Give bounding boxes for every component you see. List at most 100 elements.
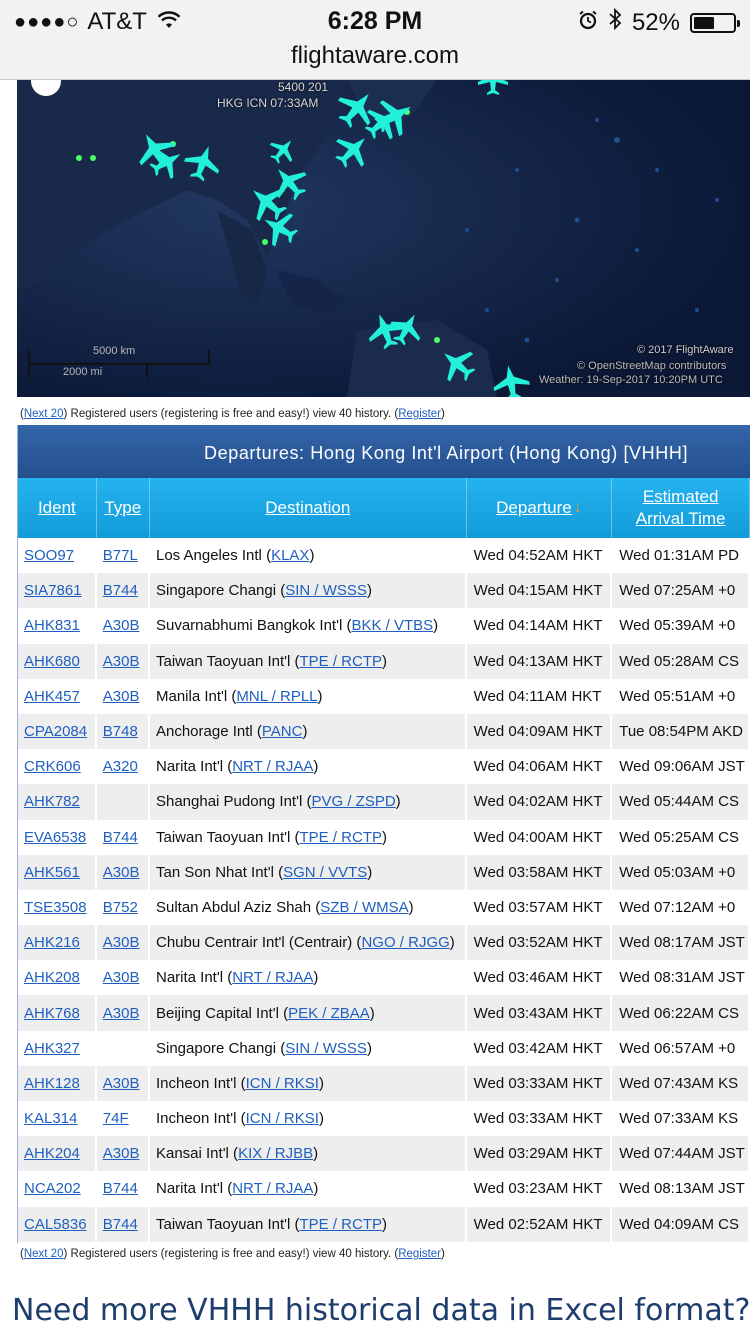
history-note-top: (Next 20) Registered users (registering …	[20, 408, 445, 420]
ident-link[interactable]: SOO97	[24, 547, 74, 564]
type-link[interactable]: A30B	[103, 688, 140, 705]
header-departure[interactable]: Departure ↓	[467, 478, 613, 538]
ident-link[interactable]: CPA2084	[24, 723, 87, 740]
ident-link[interactable]: AHK680	[24, 653, 80, 670]
airport-code-link[interactable]: ICN / RKSI	[246, 1075, 319, 1092]
ident-link[interactable]: CAL5836	[24, 1216, 87, 1233]
airport-code-link[interactable]: ICN / RKSI	[246, 1110, 319, 1127]
airport-code-link[interactable]: SIN / WSSS	[285, 1040, 367, 1057]
arrival-time: Wed 05:03AM +0	[619, 863, 736, 881]
ident-link[interactable]: SIA7861	[24, 582, 82, 599]
airport-code-link[interactable]: SIN / WSSS	[285, 582, 367, 599]
ident-link[interactable]: AHK831	[24, 617, 80, 634]
airport-code-link[interactable]: NRT / RJAA	[232, 969, 313, 986]
status-bar: ●●●●○ AT&T 6:28 PM 52% flightaware.com	[0, 0, 750, 80]
departure-time: Wed 04:09AM HKT	[473, 723, 603, 741]
airport-code-link[interactable]: PANC	[262, 723, 303, 740]
type-link[interactable]: B744	[103, 582, 138, 599]
cell-type: B748	[97, 713, 150, 750]
departure-time: Wed 04:14AM HKT	[473, 617, 603, 635]
ident-link[interactable]: TSE3508	[24, 899, 87, 916]
address-bar-url[interactable]: flightaware.com	[0, 42, 750, 70]
ident-link[interactable]: EVA6538	[24, 829, 86, 846]
type-link[interactable]: A30B	[103, 934, 140, 951]
ident-link[interactable]: AHK782	[24, 793, 80, 810]
table-row: CPA2084 B748 Anchorage Intl (PANC) Wed 04:0…	[18, 713, 750, 750]
type-link[interactable]: A30B	[103, 1145, 140, 1162]
airport-code-link[interactable]: PVG / ZSPD	[311, 793, 395, 810]
ident-link[interactable]: AHK457	[24, 688, 80, 705]
type-link[interactable]: A30B	[103, 864, 140, 881]
type-link[interactable]: B744	[103, 1216, 138, 1233]
ident-link[interactable]: KAL314	[24, 1110, 77, 1127]
type-link[interactable]: B744	[103, 1180, 138, 1197]
ident-link[interactable]: AHK128	[24, 1075, 80, 1092]
ident-link[interactable]: AHK208	[24, 969, 80, 986]
airport-code-link[interactable]: TPE / RCTP	[300, 1216, 383, 1233]
cell-departure: Wed 03:33AM HKT	[467, 1101, 613, 1137]
cell-arrival: Wed 07:43AM KS	[612, 1065, 750, 1101]
destination-name: Kansai Int'l	[155, 1145, 229, 1163]
destination-name: Narita Int'l	[155, 969, 224, 987]
type-link[interactable]: A30B	[103, 617, 140, 634]
register-link[interactable]: Register	[398, 1248, 441, 1260]
type-link[interactable]: A30B	[103, 969, 140, 986]
ident-link[interactable]: AHK768	[24, 1005, 80, 1022]
ident-link[interactable]: AHK561	[24, 864, 80, 881]
airport-code-link[interactable]: NRT / RJAA	[232, 1180, 313, 1197]
header-destination[interactable]: Destination	[150, 478, 467, 538]
flight-label-code: 5400 201	[278, 80, 329, 94]
cell-type: A30B	[97, 925, 150, 961]
cell-arrival: Wed 07:44AM JST	[612, 1136, 750, 1172]
type-link[interactable]: B752	[103, 899, 138, 916]
airport-code-link[interactable]: PEK / ZBAA	[288, 1005, 370, 1022]
header-ident[interactable]: Ident	[18, 478, 97, 538]
cell-arrival: Wed 09:06AM JST	[612, 749, 750, 785]
airport-code-link[interactable]: TPE / RCTP	[300, 829, 383, 846]
destination-name: Manila Int'l	[155, 687, 228, 705]
ident-link[interactable]: AHK204	[24, 1145, 80, 1162]
header-arrival[interactable]: Estimated Arrival Time	[612, 478, 750, 538]
type-link[interactable]: B744	[103, 829, 138, 846]
airport-code-link[interactable]: NRT / RJAA	[232, 758, 313, 775]
arrival-time: Wed 08:13AM JST	[619, 1180, 745, 1198]
type-link[interactable]: A30B	[103, 653, 140, 670]
ident-link[interactable]: NCA202	[24, 1180, 81, 1197]
cell-departure: Wed 03:23AM HKT	[467, 1171, 613, 1207]
ident-link[interactable]: AHK327	[24, 1040, 80, 1057]
next-20-link[interactable]: Next 20	[24, 408, 64, 420]
cell-ident: AHK680	[18, 643, 97, 679]
table-row: TSE3508 B752 Sultan Abdul Aziz Shah (SZB /…	[18, 889, 750, 926]
airport-code-link[interactable]: SZB / WMSA	[320, 899, 408, 916]
type-link[interactable]: 74F	[103, 1110, 129, 1127]
register-link[interactable]: Register	[398, 408, 441, 420]
ident-link[interactable]: CRK606	[24, 758, 81, 775]
airport-code-link[interactable]: KLAX	[271, 547, 309, 564]
airport-code-link[interactable]: KIX / RJBB	[238, 1145, 313, 1162]
cell-type: B744	[97, 1171, 150, 1207]
promo-heading[interactable]: Need more VHHH historical data in Excel …	[12, 1293, 750, 1328]
ident-link[interactable]: AHK216	[24, 934, 80, 951]
type-link[interactable]: A320	[103, 758, 138, 775]
airport-code-link[interactable]: NGO / RJGG	[361, 934, 449, 951]
airport-code-link[interactable]: SGN / VVTS	[283, 864, 367, 881]
type-link[interactable]: B748	[103, 723, 138, 740]
header-type[interactable]: Type	[97, 478, 150, 538]
cell-departure: Wed 04:14AM HKT	[467, 608, 613, 644]
destination-name: Taiwan Taoyuan Int'l	[155, 1215, 291, 1233]
type-link[interactable]: A30B	[103, 1075, 140, 1092]
airport-code-link[interactable]: MNL / RPLL	[236, 688, 317, 705]
table-row: CRK606 A320 Narita Int'l (NRT / RJAA) Wed 0…	[18, 749, 750, 785]
type-link[interactable]: A30B	[103, 1005, 140, 1022]
scale-km: 5000 km	[93, 345, 136, 357]
flight-map[interactable]: 5400 201 HKG ICN 07:33AM 5000 km 2000 mi…	[17, 80, 750, 397]
cell-ident: AHK457	[18, 678, 97, 714]
airport-code-link[interactable]: TPE / RCTP	[300, 653, 383, 670]
airport-code-link[interactable]: BKK / VTBS	[351, 617, 433, 634]
next-20-link[interactable]: Next 20	[24, 1248, 64, 1260]
cell-departure: Wed 03:29AM HKT	[467, 1136, 613, 1172]
cell-departure: Wed 03:46AM HKT	[467, 960, 613, 996]
type-link[interactable]: B77L	[103, 547, 138, 564]
departure-time: Wed 03:29AM HKT	[473, 1145, 603, 1163]
map-credit-weather: Weather: 19-Sep-2017 10:20PM UTC	[539, 374, 723, 386]
